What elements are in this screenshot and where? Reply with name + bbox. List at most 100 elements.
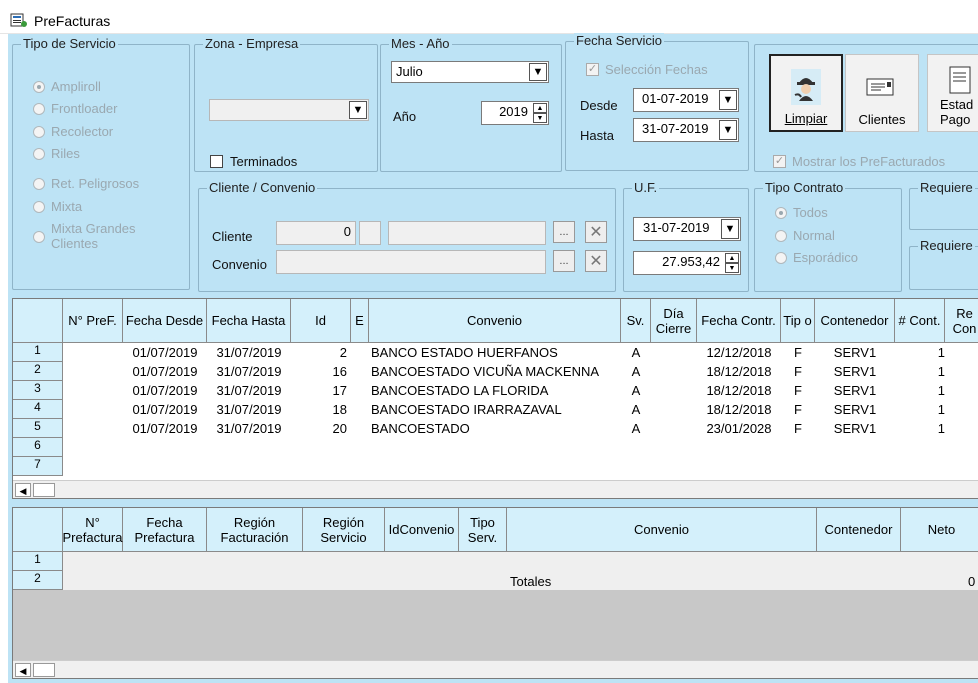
- cell-cont[interactable]: SERV1: [815, 345, 895, 360]
- row-number[interactable]: 6: [13, 438, 63, 457]
- horizontal-scrollbar[interactable]: ◀: [13, 480, 978, 498]
- cell-desde[interactable]: 01/07/2019: [123, 383, 207, 398]
- hasta-date-field[interactable]: 31-07-2019 ▼: [633, 118, 739, 142]
- cell-hasta[interactable]: 31/07/2019: [207, 402, 291, 417]
- uf-date-field[interactable]: 31-07-2019 ▼: [633, 217, 741, 241]
- col-header-contenedor[interactable]: Contenedor: [817, 508, 901, 552]
- col-header-id[interactable]: Id: [291, 299, 351, 343]
- prefacturas-grid[interactable]: N° PreF. Fecha Desde Fecha Hasta Id E Conveni…: [12, 298, 978, 499]
- convenio-search-button[interactable]: ...: [553, 250, 575, 272]
- cell-desde[interactable]: 01/07/2019: [123, 402, 207, 417]
- cell-id[interactable]: 18: [291, 402, 347, 417]
- radio-frontloader[interactable]: Frontloader: [33, 101, 117, 116]
- cell-cont[interactable]: SERV1: [815, 383, 895, 398]
- cell-nc[interactable]: 1: [895, 421, 945, 436]
- col-header-num-cont[interactable]: # Cont.: [895, 299, 945, 343]
- radio-mixta[interactable]: Mixta: [33, 199, 82, 214]
- cell-fc[interactable]: 18/12/2018: [697, 402, 781, 417]
- clientes-button[interactable]: Clientes: [845, 54, 919, 132]
- row-number[interactable]: 1: [13, 552, 63, 571]
- cell-cont[interactable]: SERV1: [815, 402, 895, 417]
- col-header-dia-cierre[interactable]: Día Cierre: [651, 299, 697, 343]
- col-header-n-prefactura[interactable]: N° Prefactura: [63, 508, 123, 552]
- anio-spinner[interactable]: 2019 ▲ ▼: [481, 101, 549, 125]
- desde-date-field[interactable]: 01-07-2019 ▼: [633, 88, 739, 112]
- col-header-convenio[interactable]: Convenio: [369, 299, 621, 343]
- spin-up-icon[interactable]: ▲: [725, 253, 739, 263]
- month-select[interactable]: Julio ▼: [391, 61, 549, 83]
- cliente-id-field[interactable]: 0: [276, 221, 356, 245]
- cell-tip[interactable]: F: [781, 345, 815, 360]
- seleccion-fechas-checkbox[interactable]: ✓: [586, 63, 599, 76]
- col-header-tipo[interactable]: Tip o: [781, 299, 815, 343]
- cell-conv[interactable]: BANCOESTADO IRARRAZAVAL: [371, 402, 621, 417]
- radio-ret-peligrosos[interactable]: Ret. Peligrosos: [33, 176, 139, 191]
- cell-conv[interactable]: BANCO ESTADO HUERFANOS: [371, 345, 621, 360]
- spin-up-icon[interactable]: ▲: [533, 103, 547, 113]
- cell-fc[interactable]: 18/12/2018: [697, 364, 781, 379]
- cell-sv[interactable]: A: [621, 364, 651, 379]
- totales-grid[interactable]: N° Prefactura Fecha Prefactura Región Fact…: [12, 507, 978, 679]
- col-header-fecha-contr[interactable]: Fecha Contr.: [697, 299, 781, 343]
- limpiar-button[interactable]: Limpiar: [769, 54, 843, 132]
- chevron-down-icon[interactable]: ▼: [719, 90, 737, 110]
- cell-desde[interactable]: 01/07/2019: [123, 421, 207, 436]
- cell-id[interactable]: 16: [291, 364, 347, 379]
- cell-hasta[interactable]: 31/07/2019: [207, 421, 291, 436]
- cell-fc[interactable]: 18/12/2018: [697, 383, 781, 398]
- spin-down-icon[interactable]: ▼: [725, 263, 739, 273]
- cell-nc[interactable]: 1: [895, 345, 945, 360]
- cell-tip[interactable]: F: [781, 364, 815, 379]
- col-header-fecha-desde[interactable]: Fecha Desde: [123, 299, 207, 343]
- estado-pago-button[interactable]: Estad Pago: [927, 54, 978, 132]
- col-header-re-con[interactable]: Re Con: [945, 299, 978, 343]
- chevron-down-icon[interactable]: ▼: [529, 63, 547, 81]
- cell-conv[interactable]: BANCOESTADO LA FLORIDA: [371, 383, 621, 398]
- row-number[interactable]: 2: [13, 571, 63, 590]
- convenio-clear-button[interactable]: ✕: [585, 250, 607, 272]
- spinner-arrows[interactable]: ▲ ▼: [533, 103, 547, 123]
- col-header-fecha-hasta[interactable]: Fecha Hasta: [207, 299, 291, 343]
- col-header-npref[interactable]: N° PreF.: [63, 299, 123, 343]
- radio-esporadico[interactable]: Esporádico: [775, 250, 858, 265]
- row-number[interactable]: 2: [13, 362, 63, 381]
- radio-normal[interactable]: Normal: [775, 228, 835, 243]
- row-number[interactable]: 5: [13, 419, 63, 438]
- cliente-search-button[interactable]: ...: [553, 221, 575, 243]
- cell-tip[interactable]: F: [781, 383, 815, 398]
- cell-tip[interactable]: F: [781, 421, 815, 436]
- chevron-down-icon[interactable]: ▼: [349, 101, 367, 119]
- spinner-arrows[interactable]: ▲ ▼: [725, 253, 739, 273]
- cell-cont[interactable]: SERV1: [815, 421, 895, 436]
- cell-hasta[interactable]: 31/07/2019: [207, 345, 291, 360]
- radio-mixta-grandes[interactable]: Mixta Grandes Clientes: [33, 221, 136, 251]
- cell-sv[interactable]: A: [621, 383, 651, 398]
- horizontal-scrollbar[interactable]: ◀: [13, 660, 978, 678]
- row-number[interactable]: 4: [13, 400, 63, 419]
- col-header-neto[interactable]: Neto: [901, 508, 978, 552]
- convenio-field[interactable]: [276, 250, 546, 274]
- zona-select[interactable]: ▼: [209, 99, 369, 121]
- col-header-convenio[interactable]: Convenio: [507, 508, 817, 552]
- radio-ampliroll[interactable]: Ampliroll: [33, 79, 101, 94]
- col-header-tipo-serv[interactable]: Tipo Serv.: [459, 508, 507, 552]
- cell-tip[interactable]: F: [781, 402, 815, 417]
- cell-id[interactable]: 2: [291, 345, 347, 360]
- cell-sv[interactable]: A: [621, 421, 651, 436]
- col-header-sv[interactable]: Sv.: [621, 299, 651, 343]
- cell-desde[interactable]: 01/07/2019: [123, 345, 207, 360]
- cell-sv[interactable]: A: [621, 402, 651, 417]
- radio-riles[interactable]: Riles: [33, 146, 80, 161]
- cell-id[interactable]: 17: [291, 383, 347, 398]
- col-header-contenedor[interactable]: Contenedor: [815, 299, 895, 343]
- cliente-code-field[interactable]: [359, 221, 381, 245]
- cell-conv[interactable]: BANCOESTADO VICUÑA MACKENNA: [371, 364, 621, 379]
- cell-sv[interactable]: A: [621, 345, 651, 360]
- spin-down-icon[interactable]: ▼: [533, 113, 547, 123]
- mostrar-prefacturados-checkbox[interactable]: ✓: [773, 155, 786, 168]
- radio-recolector[interactable]: Recolector: [33, 124, 113, 139]
- cell-hasta[interactable]: 31/07/2019: [207, 364, 291, 379]
- chevron-down-icon[interactable]: ▼: [719, 120, 737, 140]
- cell-fc[interactable]: 12/12/2018: [697, 345, 781, 360]
- cell-nc[interactable]: 1: [895, 364, 945, 379]
